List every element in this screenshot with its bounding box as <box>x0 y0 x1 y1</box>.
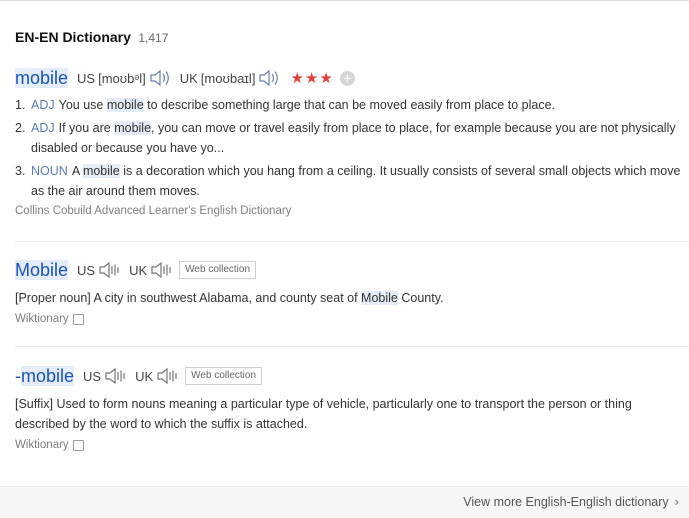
us-pronunciation: US [moʊbᵊl] <box>77 69 171 87</box>
sense-text: You use <box>58 98 107 112</box>
sense-number: 1. <box>15 98 26 112</box>
uk-pronunciation: UK <box>135 367 178 385</box>
highlighted-word: mobile <box>114 121 152 135</box>
highlighted-word: mobile <box>82 164 120 178</box>
entry-divider <box>15 346 689 347</box>
entry-source: Wiktionary <box>15 439 689 451</box>
add-to-wordbook-button[interactable]: + <box>339 70 355 86</box>
sense-text: If you are <box>58 121 115 135</box>
source-label: Collins Cobuild Advanced Learner's Engli… <box>15 205 292 217</box>
definition-text: [Proper noun] A city in southwest Alabam… <box>15 291 362 305</box>
uk-ipa: [moʊbaɪl] <box>200 70 256 86</box>
sense-item: 2. ADJ If you are mobile, you can move or… <box>15 118 683 158</box>
entry-source: Collins Cobuild Advanced Learner's Engli… <box>15 205 689 217</box>
view-more-label: View more English-English dictionary <box>463 494 669 509</box>
dictionary-header: EN-EN Dictionary 1,417 <box>15 29 168 47</box>
top-border <box>0 0 689 1</box>
speaker-icon[interactable] <box>258 69 280 87</box>
web-collection-badge: Web collection <box>185 367 263 385</box>
part-of-speech: ADJ <box>31 98 55 112</box>
sense-text: is a decoration which you hang from a ce… <box>31 164 681 198</box>
speaker-icon[interactable] <box>98 261 120 279</box>
definition: [Proper noun] A city in southwest Alabam… <box>15 288 675 308</box>
entry-mobile-proper: Mobile US UK Web collection [Proper noun… <box>15 258 689 325</box>
headword[interactable]: mobile <box>15 67 69 89</box>
entry-head: -mobile US UK Web collection <box>15 364 689 388</box>
uk-pronunciation: UK <box>129 261 172 279</box>
speaker-icon[interactable] <box>156 367 178 385</box>
web-collection-badge: Web collection <box>179 261 257 279</box>
dictionary-count: 1,417 <box>138 31 169 45</box>
uk-label: UK <box>135 368 154 384</box>
dictionary-title: EN-EN Dictionary <box>15 29 131 45</box>
uk-pronunciation: UK [moʊbaɪl] <box>180 69 281 87</box>
highlighted-word: mobile <box>106 98 144 112</box>
part-of-speech: ADJ <box>31 121 55 135</box>
sense-text: A <box>71 164 83 178</box>
us-label: US <box>77 262 96 278</box>
entry-divider <box>15 241 689 242</box>
definition: [Suffix] Used to form nouns meaning a pa… <box>15 397 632 431</box>
chevron-right-icon: › <box>674 494 679 509</box>
us-label: US <box>77 70 96 86</box>
headword[interactable]: Mobile <box>15 259 69 281</box>
entry-suffix-mobile: -mobile US UK Web collection [Suffix] Us… <box>15 364 689 451</box>
entry-source: Wiktionary <box>15 313 689 325</box>
sense-item: 1. ADJ You use mobile to describe somethi… <box>15 95 683 115</box>
part-of-speech: NOUN <box>31 164 68 178</box>
entry-head: mobile US [moʊbᵊl] UK [moʊbaɪl] ★★★ + <box>15 66 689 90</box>
external-link-icon[interactable] <box>72 439 84 451</box>
entry-mobile: mobile US [moʊbᵊl] UK [moʊbaɪl] ★★★ + 1.… <box>15 66 689 217</box>
external-link-icon[interactable] <box>72 313 84 325</box>
sense-text: to describe something large that can be … <box>143 98 555 112</box>
us-label: US <box>83 368 102 384</box>
sense-number: 3. <box>15 164 26 178</box>
speaker-icon[interactable] <box>104 367 126 385</box>
uk-label: UK <box>129 262 148 278</box>
speaker-icon[interactable] <box>150 261 172 279</box>
us-pronunciation: US <box>77 261 120 279</box>
sense-number: 2. <box>15 121 26 135</box>
sense-item: 3. NOUN A mobile is a decoration which yo… <box>15 161 683 201</box>
view-more-link[interactable]: View more English-English dictionary › <box>463 494 679 509</box>
us-pronunciation: US <box>83 367 126 385</box>
headword[interactable]: -mobile <box>15 365 75 387</box>
highlighted-word: Mobile <box>361 291 398 305</box>
source-label[interactable]: Wiktionary <box>15 439 69 451</box>
source-label[interactable]: Wiktionary <box>15 313 69 325</box>
uk-label: UK <box>179 70 198 86</box>
speaker-icon[interactable] <box>149 69 171 87</box>
entry-head: Mobile US UK Web collection <box>15 258 689 282</box>
definition-text: County. <box>397 291 444 305</box>
us-ipa: [moʊbᵊl] <box>98 70 146 86</box>
footer-bar: View more English-English dictionary › <box>0 486 689 518</box>
rating-stars: ★★★ <box>290 70 334 87</box>
sense-list: 1. ADJ You use mobile to describe somethi… <box>15 95 689 201</box>
